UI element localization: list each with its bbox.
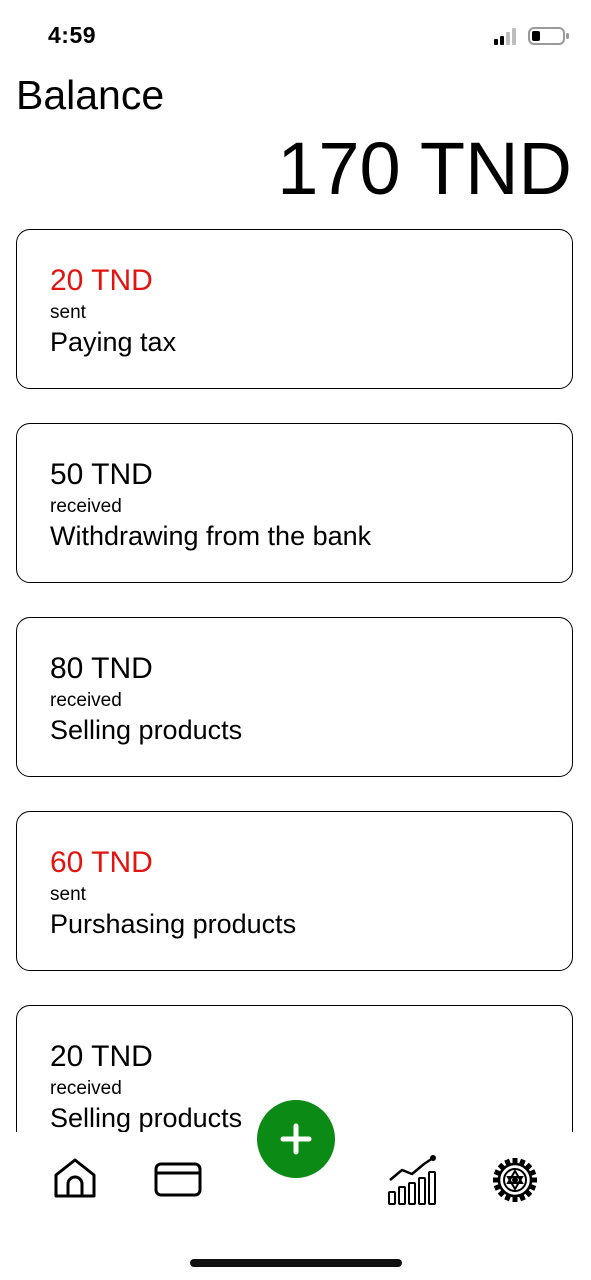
transaction-type: received [50, 1078, 122, 1099]
transaction-card[interactable]: 60 TND sent Purshasing products [16, 811, 573, 971]
transaction-type: sent [50, 884, 86, 905]
transaction-card[interactable]: 50 TND received Withdrawing from the ban… [16, 423, 573, 583]
add-transaction-button[interactable] [257, 1100, 335, 1178]
transaction-type: received [50, 690, 122, 711]
transaction-description: Purshasing products [50, 909, 297, 939]
chart-icon[interactable] [386, 1152, 440, 1206]
cellular-signal-icon [494, 28, 516, 45]
transaction-description: Selling products [50, 1103, 243, 1132]
transaction-type: received [50, 496, 122, 517]
transaction-card[interactable]: 20 TND sent Paying tax [16, 229, 573, 389]
transaction-type: sent [50, 302, 86, 323]
battery-icon [528, 27, 569, 45]
transaction-description: Selling products [50, 715, 243, 745]
transaction-card[interactable]: 80 TND received Selling products [16, 617, 573, 777]
transaction-amount: 20 TND [50, 1040, 153, 1073]
status-time: 4:59 [48, 22, 97, 48]
add-icon [280, 1123, 312, 1155]
transaction-amount: 20 TND [50, 264, 153, 297]
card-icon[interactable] [154, 1162, 202, 1198]
transaction-description: Withdrawing from the bank [50, 521, 372, 551]
balance-amount: 170 TND [277, 127, 572, 210]
status-bar: 4:59 [0, 0, 591, 70]
home-indicator[interactable] [190, 1259, 402, 1267]
transaction-amount: 60 TND [50, 846, 153, 879]
transaction-amount: 50 TND [50, 458, 153, 491]
transaction-description: Paying tax [50, 327, 177, 357]
transactions-list[interactable]: 20 TND sent Paying tax 50 TND received W… [16, 229, 575, 1132]
page-title: Balance [16, 72, 165, 118]
home-icon[interactable] [52, 1156, 98, 1202]
transaction-amount: 80 TND [50, 652, 153, 685]
settings-gear-icon[interactable] [491, 1156, 539, 1204]
